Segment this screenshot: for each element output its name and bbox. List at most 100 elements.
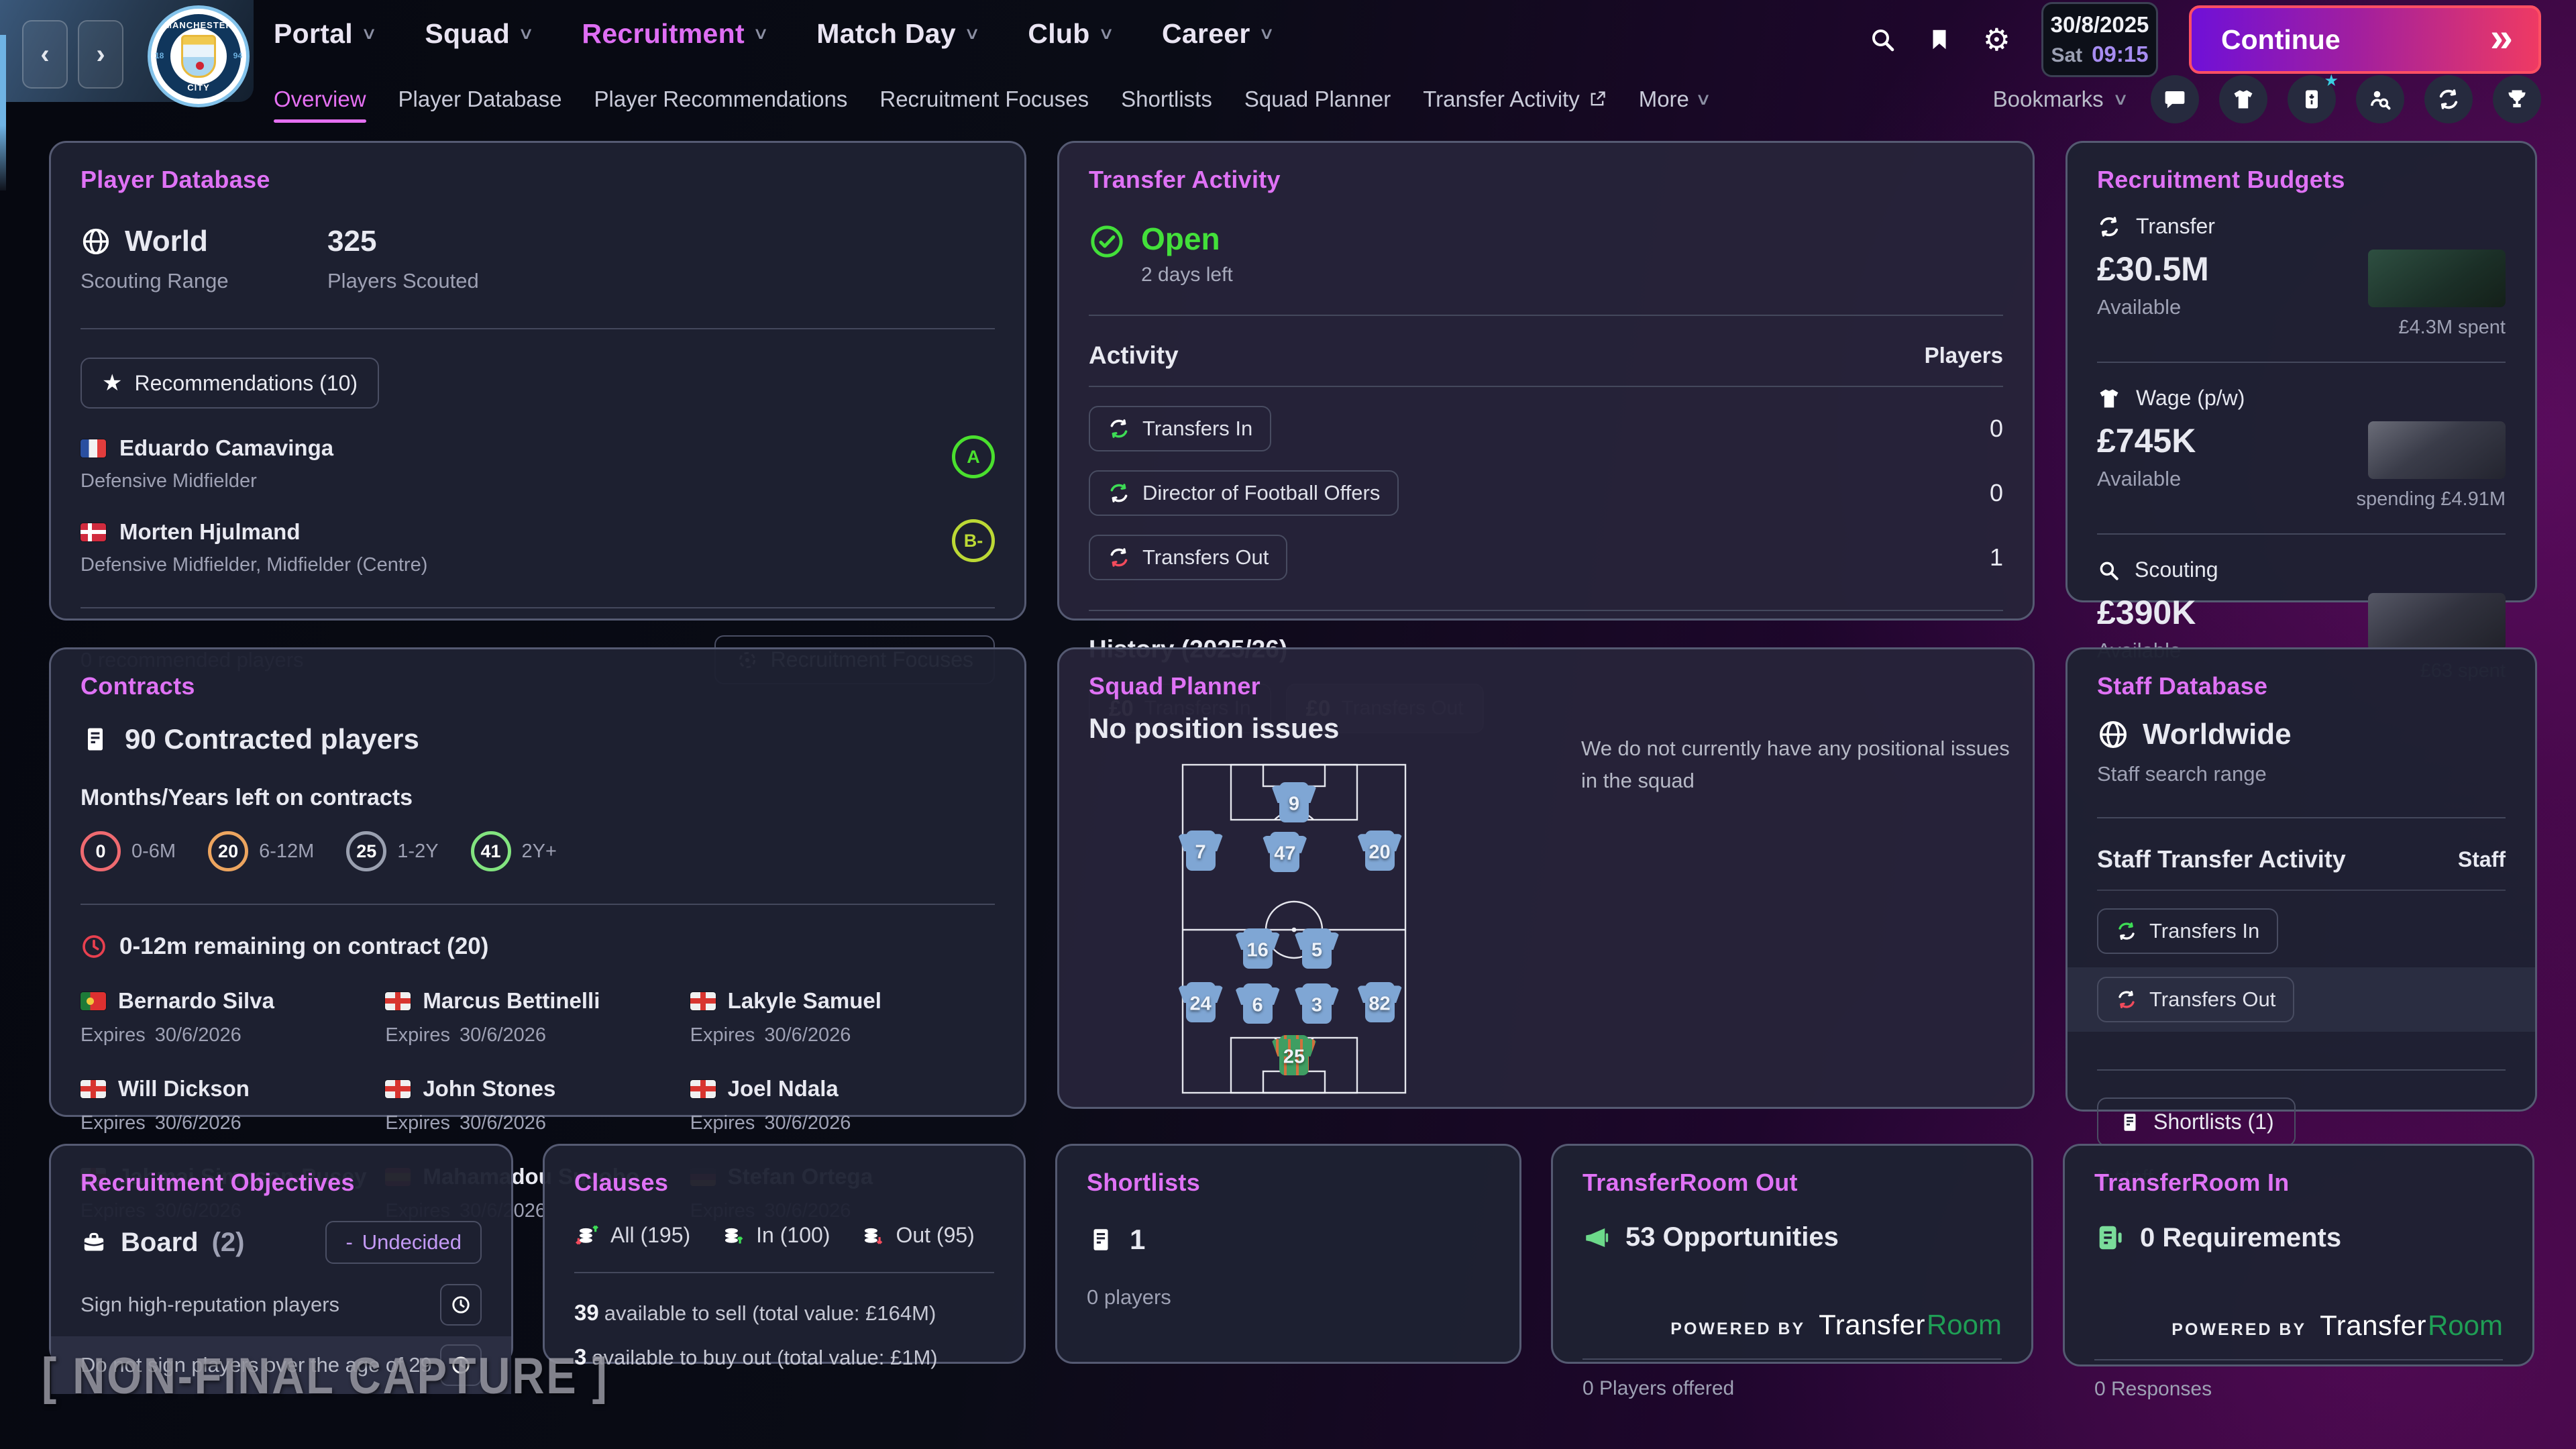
- formation-pitch[interactable]: 97 47 20 16 5 24 6 3 82 25: [1180, 762, 1408, 1095]
- dof-offers-button[interactable]: Director of Football Offers: [1089, 470, 1399, 516]
- shirt-number: 6: [1252, 995, 1263, 1017]
- club-year-right: 94: [233, 51, 242, 60]
- tab-more[interactable]: More∨: [1639, 87, 1710, 112]
- chevron-down-icon: ∨: [1258, 23, 1275, 44]
- tab-shortlists[interactable]: Shortlists: [1121, 87, 1212, 112]
- history-back-button[interactable]: ‹: [22, 20, 68, 89]
- tab-recruitment-focuses[interactable]: Recruitment Focuses: [879, 87, 1089, 112]
- tab-overview[interactable]: Overview: [274, 87, 366, 112]
- squad-planner-panel: Squad Planner No position issues We do n…: [1057, 647, 2035, 1109]
- player-shirt[interactable]: 16: [1234, 924, 1281, 973]
- expiring-player[interactable]: Bernardo Silva Expires30/6/2026: [80, 988, 385, 1046]
- transfer-out-icon: [1108, 546, 1130, 569]
- trophy-button[interactable]: [2493, 75, 2541, 123]
- gear-icon[interactable]: ⚙: [1983, 24, 2010, 55]
- player-shirt[interactable]: 6: [1234, 979, 1281, 1028]
- panel-title: TransferRoom In: [2094, 1169, 2503, 1197]
- staff-shortlists-button[interactable]: Shortlists (1): [2097, 1097, 2296, 1146]
- shortlist-icon: [1087, 1226, 1115, 1254]
- transfers-in-button[interactable]: Transfers In: [1089, 406, 1271, 451]
- bookmark-icon[interactable]: [1927, 27, 1952, 52]
- window-days-left: 2 days left: [1141, 264, 1233, 286]
- player-shirt[interactable]: 5: [1293, 924, 1340, 973]
- inbox-messages-button[interactable]: [2151, 75, 2199, 123]
- panel-title: TransferRoom Out: [1582, 1169, 2002, 1197]
- objective-history-button[interactable]: [440, 1284, 482, 1326]
- recruitment-objectives-panel: Recruitment Objectives Board (2) - Undec…: [49, 1144, 513, 1365]
- recommended-player-row[interactable]: Morten Hjulmand Defensive Midfielder, Mi…: [80, 519, 995, 576]
- nav-portal[interactable]: Portal∨: [274, 18, 375, 50]
- tab-player-recommendations[interactable]: Player Recommendations: [594, 87, 848, 112]
- player-shirt[interactable]: 82: [1356, 978, 1403, 1026]
- transfer-card-button[interactable]: ★: [2288, 75, 2336, 123]
- nav-squad[interactable]: Squad∨: [425, 18, 532, 50]
- shortlists-panel: Shortlists 1 0 players: [1055, 1144, 1521, 1364]
- game-date-widget[interactable]: 30/8/2025 Sat 09:15: [2041, 2, 2158, 77]
- double-chevron-icon: ››: [2490, 14, 2509, 60]
- panel-title: Recruitment Objectives: [80, 1169, 482, 1197]
- star-badge-icon: ★: [2324, 71, 2339, 91]
- clauses-in-tab[interactable]: In (100): [720, 1222, 830, 1248]
- transfer-budget-section[interactable]: Transfer £30.5M Available £4.3M spent: [2097, 214, 2506, 339]
- expiring-player[interactable]: Marcus Bettinelli Expires30/6/2026: [385, 988, 690, 1046]
- staff-transfers-out-button[interactable]: Transfers Out: [2097, 977, 2294, 1022]
- divider: [1089, 386, 2003, 387]
- expiring-player[interactable]: Joel Ndala Expires30/6/2026: [690, 1076, 995, 1134]
- nav-club[interactable]: Club∨: [1028, 18, 1112, 50]
- history-forward-button[interactable]: ›: [78, 20, 123, 89]
- recommended-player-row[interactable]: Eduardo Camavinga Defensive Midfielder A: [80, 435, 995, 492]
- powered-by-transferroom: POWERED BY Transfer Room: [2094, 1309, 2503, 1342]
- bookmarks-dropdown[interactable]: Bookmarks ∨: [1993, 87, 2127, 112]
- objective-status-button[interactable]: - Undecided: [325, 1221, 482, 1264]
- recommendations-button[interactable]: ★ Recommendations (10): [80, 358, 379, 409]
- clauses-panel: Clauses All (195) In (100) Out (95) 39av…: [543, 1144, 1026, 1364]
- scouting-search-button[interactable]: [2356, 75, 2404, 123]
- player-shirt[interactable]: 7: [1177, 826, 1224, 875]
- objective-row[interactable]: Sign high-reputation players: [80, 1284, 482, 1326]
- nav-recruitment[interactable]: Recruitment∨: [582, 18, 767, 50]
- tab-squad-planner[interactable]: Squad Planner: [1244, 87, 1391, 112]
- chevron-down-icon: ∨: [2112, 89, 2129, 109]
- contract-band-1-2y[interactable]: 251-2Y: [346, 831, 438, 871]
- search-icon[interactable]: [1869, 26, 1896, 53]
- expiring-player[interactable]: Lakyle Samuel Expires30/6/2026: [690, 988, 995, 1046]
- clauses-out-tab[interactable]: Out (95): [859, 1222, 974, 1248]
- panel-title: Contracts: [80, 672, 995, 700]
- divider: [2097, 362, 2506, 363]
- dof-offers-count: 0: [1990, 479, 2003, 507]
- player-shirt[interactable]: 9: [1271, 778, 1318, 826]
- squad-shirt-button[interactable]: [2219, 75, 2267, 123]
- contract-band-0-6m[interactable]: 00-6M: [80, 831, 176, 871]
- staff-range-label: Staff search range: [2097, 762, 2506, 786]
- transfers-out-button[interactable]: Transfers Out: [1089, 535, 1287, 580]
- staff-range-value: Worldwide: [2143, 718, 2292, 751]
- shortlists-count: 1: [1130, 1224, 1145, 1256]
- staff-transfers-in-button[interactable]: Transfers In: [2097, 908, 2278, 954]
- wage-budget-section[interactable]: Wage (p/w) £745K Available spending £4.9…: [2097, 386, 2506, 511]
- divider: [574, 1272, 994, 1273]
- expiring-player[interactable]: Will Dickson Expires30/6/2026: [80, 1076, 385, 1134]
- shirt-number: 5: [1311, 940, 1322, 962]
- club-crest[interactable]: MANCHESTER CITY 18 94: [148, 5, 250, 107]
- expiring-player[interactable]: John Stones Expires30/6/2026: [385, 1076, 690, 1134]
- tab-player-database[interactable]: Player Database: [398, 87, 562, 112]
- continue-button[interactable]: Continue ››: [2189, 5, 2541, 74]
- nav-match-day[interactable]: Match Day∨: [816, 18, 978, 50]
- player-shirt[interactable]: 20: [1356, 826, 1403, 875]
- panel-title: Shortlists: [1087, 1169, 1490, 1197]
- panel-title: Transfer Activity: [1089, 166, 2003, 194]
- contract-band-2y-plus[interactable]: 412Y+: [471, 831, 557, 871]
- player-shirt[interactable]: 47: [1261, 828, 1308, 876]
- player-shirt[interactable]: 3: [1293, 979, 1340, 1028]
- contract-band-6-12m[interactable]: 206-12M: [208, 831, 314, 871]
- tab-transfer-activity[interactable]: Transfer Activity: [1423, 87, 1607, 112]
- scouting-range-stat: World Scouting Range: [80, 225, 327, 293]
- non-final-capture-watermark: [ NON-FINAL CAPTURE ]: [42, 1347, 609, 1405]
- scouting-range-value: World: [125, 225, 208, 258]
- clauses-all-tab[interactable]: All (195): [574, 1222, 690, 1248]
- club-shield: [181, 35, 216, 78]
- sync-button[interactable]: [2424, 75, 2473, 123]
- player-shirt[interactable]: 24: [1177, 978, 1224, 1026]
- nav-career[interactable]: Career∨: [1162, 18, 1273, 50]
- goalkeeper-shirt[interactable]: 25: [1271, 1031, 1318, 1079]
